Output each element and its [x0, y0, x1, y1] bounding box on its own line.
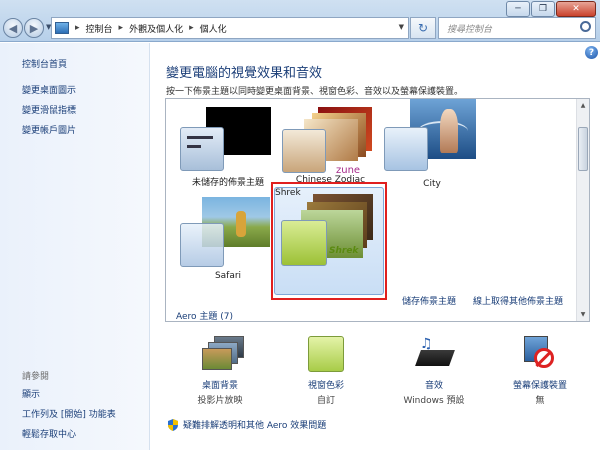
giraffe-figure: [236, 211, 246, 237]
back-arrow-icon: ◀: [8, 21, 18, 35]
window-color-swatch: [384, 127, 428, 171]
theme-safari[interactable]: Safari: [178, 195, 278, 289]
search-input[interactable]: 搜尋控制台: [438, 17, 596, 39]
theme-scrollbar[interactable]: ▲ ▼: [576, 99, 589, 321]
screen-saver-option[interactable]: 螢幕保護裝置 無: [495, 378, 585, 406]
scroll-thumb[interactable]: [578, 127, 588, 171]
see-also-links: 顯示 工作列及 [開始] 功能表 輕鬆存取中心: [22, 387, 116, 447]
search-placeholder: 搜尋控制台: [447, 24, 493, 35]
theme-label: 未儲存的佈景主題: [191, 178, 264, 188]
breadcrumb-personalization[interactable]: 個人化: [200, 22, 227, 35]
option-name[interactable]: 音效: [389, 378, 479, 391]
prohibited-slash: [535, 350, 552, 368]
desktop-background-icon[interactable]: [200, 336, 246, 372]
speaker-base: [415, 350, 455, 366]
shield-icon: [168, 418, 178, 431]
window-color-swatch: [282, 129, 326, 173]
change-mouse-pointers-link[interactable]: 變更滑鼠指標: [22, 103, 76, 116]
theme-city[interactable]: City: [382, 99, 482, 189]
scroll-down-icon[interactable]: ▼: [577, 308, 589, 321]
forward-arrow-icon: ▶: [29, 21, 39, 35]
get-more-themes-link[interactable]: 線上取得其他佈景主題: [473, 294, 563, 307]
help-icon[interactable]: ?: [585, 46, 598, 59]
theme-label: Safari: [214, 271, 242, 281]
breadcrumb-appearance[interactable]: 外觀及個人化: [129, 22, 183, 35]
maximize-button[interactable]: ❐: [531, 1, 555, 17]
page-description: 按一下佈景主題以同時變更桌面背景、視窗色彩、音效以及螢幕保護裝置。: [166, 87, 464, 97]
minimize-button[interactable]: ─: [506, 1, 530, 17]
sounds-option[interactable]: 音效 Windows 預設: [389, 378, 479, 406]
theme-chinese-zodiac[interactable]: zune Chinese Zodiac: [278, 105, 383, 185]
option-name[interactable]: 螢幕保護裝置: [495, 378, 585, 391]
option-value: 無: [535, 396, 545, 406]
breadcrumb-separator[interactable]: ▸: [189, 23, 194, 33]
address-dropdown-icon[interactable]: ▼: [399, 23, 404, 31]
scroll-up-icon[interactable]: ▲: [577, 99, 589, 112]
slide-front: [202, 348, 232, 370]
music-note-icon: ♫: [420, 336, 433, 352]
theme-unsaved[interactable]: 未儲存的佈景主題: [178, 105, 278, 188]
change-desktop-icons-link[interactable]: 變更桌面圖示: [22, 83, 76, 96]
option-value: 投影片放映: [197, 396, 243, 406]
ease-of-access-link[interactable]: 輕鬆存取中心: [22, 427, 116, 440]
search-icon[interactable]: [580, 21, 591, 32]
change-account-picture-link[interactable]: 變更帳戶圖片: [22, 123, 76, 136]
breadcrumb-separator[interactable]: ▸: [75, 23, 80, 33]
forward-button[interactable]: ▶: [24, 18, 44, 38]
see-also-heading: 請參閱: [22, 372, 50, 382]
window-preview-line: [187, 145, 201, 148]
control-panel-home-link[interactable]: 控制台首頁: [22, 57, 67, 70]
window-color-swatch: [180, 127, 224, 171]
troubleshoot-link-row[interactable]: 疑難排解透明和其他 Aero 效果問題: [168, 418, 326, 431]
control-panel-icon: [55, 22, 69, 34]
window-controls: ─ ❐ ✕: [505, 1, 596, 17]
refresh-button[interactable]: ↻: [410, 17, 436, 39]
taskbar-start-menu-link[interactable]: 工作列及 [開始] 功能表: [22, 407, 116, 420]
screen-saver-icon[interactable]: [520, 334, 558, 372]
window-preview-line: [187, 136, 213, 139]
window-color-icon[interactable]: [308, 336, 344, 372]
option-name[interactable]: 桌面背景: [175, 378, 265, 391]
navigation-buttons: ◀ ▶ ▼: [3, 18, 51, 38]
sounds-icon[interactable]: ♫: [414, 334, 455, 372]
option-name[interactable]: 視窗色彩: [281, 378, 371, 391]
window-color-option[interactable]: 視窗色彩 自訂: [281, 378, 371, 406]
option-value: Windows 預設: [403, 396, 465, 406]
breadcrumb-control-panel[interactable]: 控制台: [86, 22, 113, 35]
window-color-swatch: [180, 223, 224, 267]
desktop-background-option[interactable]: 桌面背景 投影片放映: [175, 378, 265, 406]
display-link[interactable]: 顯示: [22, 387, 116, 400]
theme-label: City: [423, 179, 441, 189]
option-value: 自訂: [316, 396, 335, 406]
breadcrumb-separator[interactable]: ▸: [119, 23, 124, 33]
troubleshoot-link[interactable]: 疑難排解透明和其他 Aero 效果問題: [183, 418, 326, 431]
task-links: 變更桌面圖示 變更滑鼠指標 變更帳戶圖片: [22, 83, 76, 143]
character-figure: [440, 109, 458, 153]
save-theme-link[interactable]: 儲存佈景主題: [402, 294, 456, 307]
address-bar[interactable]: ▸ 控制台 ▸ 外觀及個人化 ▸ 個人化 ▼: [51, 17, 409, 39]
page-title: 變更電腦的視覺效果和音效: [166, 66, 323, 81]
prohibited-icon: [534, 348, 554, 368]
left-pane: 控制台首頁 變更桌面圖示 變更滑鼠指標 變更帳戶圖片 請參閱 顯示 工作列及 […: [0, 43, 150, 450]
back-button[interactable]: ◀: [3, 18, 23, 38]
selection-highlight: [271, 182, 387, 300]
aero-themes-heading: Aero 主題 (7): [176, 312, 234, 322]
close-button[interactable]: ✕: [556, 1, 596, 17]
title-bar: ─ ❐ ✕ ◀ ▶ ▼ ▸ 控制台 ▸ 外觀及個人化 ▸ 個人化 ▼ ↻ 搜尋控…: [0, 0, 600, 42]
refresh-icon: ↻: [417, 21, 429, 35]
